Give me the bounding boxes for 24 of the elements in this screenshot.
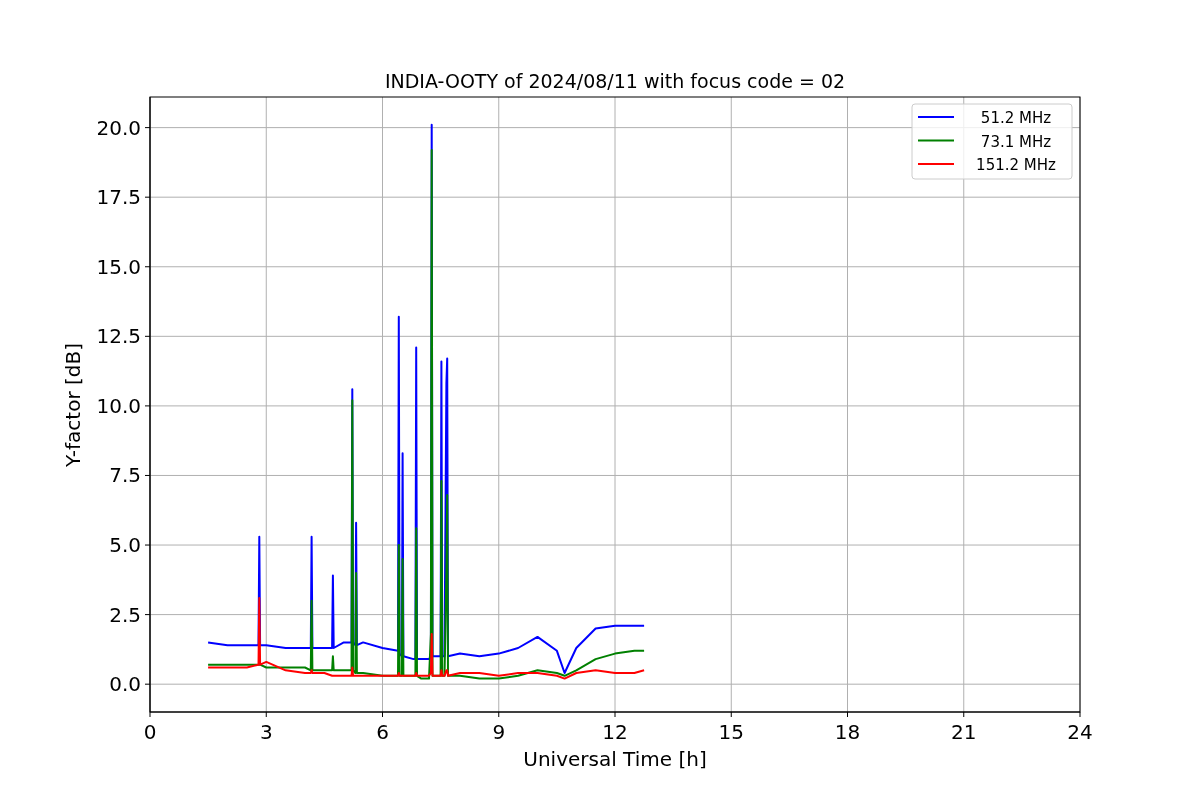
- y-axis-label: Y-factor [dB]: [61, 343, 85, 467]
- y-tick-label: 10.0: [96, 393, 141, 418]
- legend-label: 51.2 MHz: [980, 109, 1052, 127]
- chart-title: INDIA-OOTY of 2024/08/11 with focus code = 02: [384, 70, 846, 92]
- legend-label: 73.1 MHz: [980, 132, 1052, 151]
- y-tick-label: 20.0: [96, 115, 141, 140]
- y-tick-label: 17.5: [96, 185, 141, 210]
- x-tick-label: 0: [143, 720, 157, 744]
- y-tick-label: 5.0: [109, 533, 141, 558]
- y-tick-label: 0.0: [109, 672, 141, 697]
- x-tick-label: 18: [834, 720, 861, 744]
- y-tick-label: 2.5: [109, 602, 141, 627]
- y-tick-label: 12.5: [96, 324, 141, 349]
- x-tick-label: 12: [602, 720, 628, 744]
- y-tick-label: 15.0: [96, 254, 141, 279]
- x-tick-label: 24: [1067, 720, 1093, 744]
- x-tick-label: 21: [951, 720, 977, 744]
- x-tick-label: 6: [376, 720, 389, 744]
- x-tick-label: 3: [259, 720, 273, 744]
- x-tick-label: 9: [492, 720, 506, 744]
- y-tick-label: 7.5: [109, 463, 141, 488]
- legend-label: 151.2 MHz: [976, 156, 1056, 174]
- x-axis-label: Universal Time [h]: [523, 747, 707, 771]
- x-tick-label: 15: [718, 720, 744, 744]
